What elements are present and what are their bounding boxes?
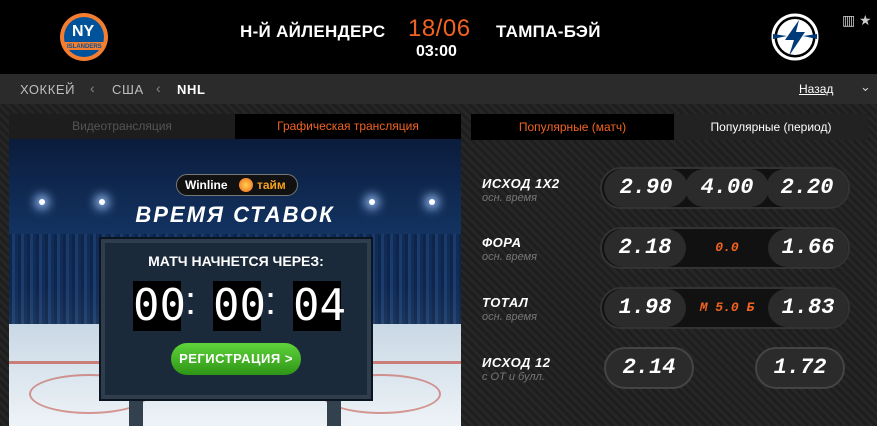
breadcrumb-country[interactable]: США	[112, 82, 144, 97]
favorite-star-icon[interactable]: ★	[859, 12, 872, 29]
odds-button-draw[interactable]: 4.00	[685, 169, 769, 207]
brand-text-time: тайм	[257, 178, 286, 192]
market-subtitle: осн. время	[482, 192, 538, 204]
market-name: ТОТАЛ	[482, 295, 529, 310]
tab-popular-match[interactable]: Популярные (матч)	[471, 114, 674, 140]
market-name: ФОРА	[482, 235, 522, 250]
register-button[interactable]: РЕГИСТРАЦИЯ >	[171, 343, 301, 375]
betting-time-headline: ВРЕМЯ СТАВОК	[135, 202, 335, 227]
market-name: ИСХОД 1Х2	[482, 176, 560, 191]
countdown-title: МАТЧ НАЧНЕТСЯ ЧЕРЕЗ:	[148, 253, 324, 269]
chevron-down-icon[interactable]: ⌄	[860, 79, 871, 95]
broadcast-panel: Видеотрансляция Графическая трансляция W…	[9, 114, 461, 426]
home-team-name: Н-Й АЙЛЕНДЕРС	[240, 22, 386, 41]
odds-button-away[interactable]: 1.72	[755, 347, 845, 389]
odds-group: 2.90 4.00 2.20	[600, 167, 850, 209]
stats-icon[interactable]: ▥	[842, 12, 855, 29]
winline-time-logo: Winline тайм	[176, 174, 298, 196]
market-subtitle: осн. время	[482, 251, 538, 263]
match-time: 03:00	[416, 43, 457, 60]
odds-group: 1.98 М 5.0 Б 1.83	[600, 287, 850, 329]
home-logo-sub: ISLANDERS	[67, 44, 102, 50]
brand-text: Winline	[185, 178, 228, 192]
odds-button-over[interactable]: 1.83	[768, 289, 848, 327]
tab-popular-period[interactable]: Популярные (период)	[674, 114, 868, 140]
odds-button-home[interactable]: 2.14	[604, 347, 694, 389]
home-logo-text: NY	[72, 23, 95, 40]
odds-button-home[interactable]: 2.18	[604, 229, 686, 267]
chevron-left-icon: ‹	[156, 80, 161, 96]
back-link[interactable]: Назад	[799, 82, 833, 96]
lightning-logo-icon	[771, 13, 819, 61]
odds-button-under[interactable]: 1.98	[604, 289, 686, 327]
handicap-value: 0.0	[715, 240, 739, 255]
total-value: М 5.0 Б	[699, 300, 755, 315]
islanders-logo-icon: NY ISLANDERS	[60, 13, 108, 61]
odds-group: 2.18 0.0 1.66	[600, 227, 850, 269]
market-name: ИСХОД 12	[482, 355, 551, 370]
away-team-name: ТАМПА-БЭЙ	[496, 22, 601, 41]
chevron-left-icon: ‹	[90, 80, 95, 96]
breadcrumb: ХОККЕЙ ‹ США ‹ NHL Назад ⌄	[0, 74, 877, 104]
countdown-scoreboard: МАТЧ НАЧНЕТСЯ ЧЕРЕЗ: 00 : 00 : 04 РЕГИСТ…	[101, 239, 371, 399]
tab-graphic-stream[interactable]: Графическая трансляция	[235, 114, 461, 139]
tab-video-stream[interactable]: Видеотрансляция	[9, 114, 235, 139]
countdown-hours: 00	[133, 280, 186, 331]
breadcrumb-sport[interactable]: ХОККЕЙ	[20, 82, 75, 97]
odds-button-away[interactable]: 2.20	[766, 169, 848, 207]
countdown-minutes: 00	[213, 280, 266, 331]
countdown-separator: :	[265, 279, 277, 323]
scoreboard-post	[327, 399, 341, 426]
market-subtitle: осн. время	[482, 311, 538, 323]
breadcrumb-league[interactable]: NHL	[177, 82, 206, 97]
countdown-seconds: 04	[293, 280, 346, 331]
odds-button-away[interactable]: 1.66	[768, 229, 848, 267]
ball-icon	[239, 178, 253, 192]
scoreboard-post	[129, 399, 143, 426]
arena-visual: Winline тайм ВРЕМЯ СТАВОК МАТЧ НАЧНЕТСЯ …	[9, 139, 461, 426]
countdown-separator: :	[185, 279, 197, 323]
odds-button-home[interactable]: 2.90	[604, 169, 688, 207]
match-header: NY ISLANDERS Н-Й АЙЛЕНДЕРС 18/06 03:00 Т…	[0, 0, 877, 74]
match-date: 18/06	[408, 15, 471, 42]
market-subtitle: с ОТ и булл.	[482, 371, 545, 383]
